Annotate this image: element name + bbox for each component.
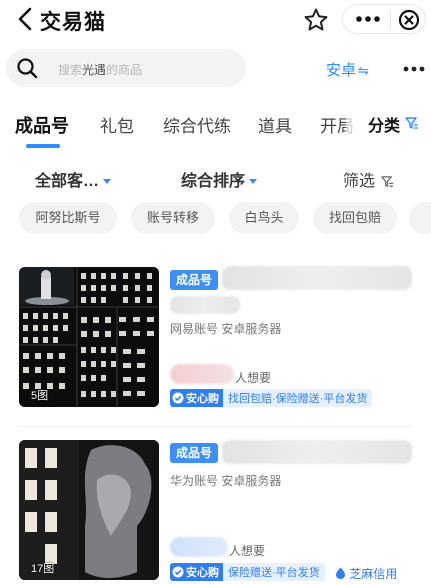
- top-bar: 交易猫: [0, 0, 431, 40]
- title-redacted: [222, 440, 412, 464]
- price-redacted: [170, 296, 240, 314]
- image-count: 17图: [31, 563, 55, 575]
- want-count-redacted: [170, 364, 234, 384]
- want-label: 人想要: [235, 371, 272, 385]
- capsule-divider: [390, 12, 391, 28]
- check-shield-icon: [172, 392, 184, 404]
- safe-buy-badge: 安心购 保险赠送·平台发货: [170, 563, 325, 581]
- back-icon[interactable]: [14, 6, 36, 32]
- check-shield-icon: [172, 566, 184, 578]
- tag-chip[interactable]: 账号转移: [131, 202, 215, 234]
- tab-boosting[interactable]: 综合代练: [163, 112, 231, 137]
- app-title: 交易猫: [40, 11, 106, 34]
- safe-buy-badge: 安心购 找回包赔·保险赠送·平台发货: [170, 389, 373, 407]
- search-placeholder: 搜索光遇的商品: [58, 63, 143, 77]
- dropdown-icon: [249, 179, 258, 185]
- list-divider: [18, 426, 413, 427]
- tag-chip[interactable]: [409, 202, 431, 234]
- platform-switch[interactable]: 安卓 ⇋: [326, 59, 369, 80]
- sesame-icon: [336, 567, 345, 579]
- thumbnail-image: [19, 440, 159, 580]
- filter-icon[interactable]: [405, 116, 419, 130]
- tag-chip[interactable]: 阿努比斯号: [19, 202, 117, 234]
- swap-icon: ⇋: [358, 63, 369, 78]
- mini-program-capsule: [342, 4, 426, 34]
- type-badge: 成品号: [170, 443, 219, 463]
- want-count-redacted: [170, 537, 228, 557]
- tab-items[interactable]: 道具: [258, 112, 292, 137]
- thumbnail-image: [19, 267, 159, 407]
- client-filter[interactable]: 全部客…: [35, 167, 112, 191]
- title-redacted: [222, 266, 412, 290]
- screen-filter[interactable]: 筛选: [343, 167, 394, 191]
- listing-thumbnail[interactable]: 5图: [19, 267, 159, 407]
- tag-chip[interactable]: 白鸟头: [229, 202, 299, 234]
- listing-desc: 华为账号 安卓服务器: [170, 474, 282, 488]
- category-button[interactable]: 分类: [368, 112, 400, 136]
- tag-chip[interactable]: 找回包赔: [313, 202, 397, 234]
- more-icon[interactable]: [355, 13, 381, 25]
- more-icon[interactable]: [402, 65, 426, 73]
- tab-finished-account[interactable]: 成品号: [15, 112, 69, 138]
- tab-gift-pack[interactable]: 礼包: [100, 112, 134, 137]
- search-input[interactable]: 搜索光遇的商品: [6, 49, 246, 87]
- active-tab-indicator: [26, 144, 60, 148]
- listing-thumbnail[interactable]: 17图: [19, 440, 159, 580]
- want-label: 人想要: [229, 544, 266, 558]
- filter-icon: [381, 176, 394, 188]
- star-icon[interactable]: [303, 7, 329, 33]
- type-badge: 成品号: [170, 270, 219, 290]
- sort-filter[interactable]: 综合排序: [181, 167, 258, 191]
- dropdown-icon: [103, 179, 112, 185]
- listing-desc: 网易账号 安卓服务器: [170, 322, 282, 336]
- close-icon[interactable]: [398, 9, 420, 31]
- sesame-credit: 芝麻信用: [335, 565, 397, 582]
- search-icon: [17, 58, 38, 79]
- image-count: 5图: [31, 390, 49, 402]
